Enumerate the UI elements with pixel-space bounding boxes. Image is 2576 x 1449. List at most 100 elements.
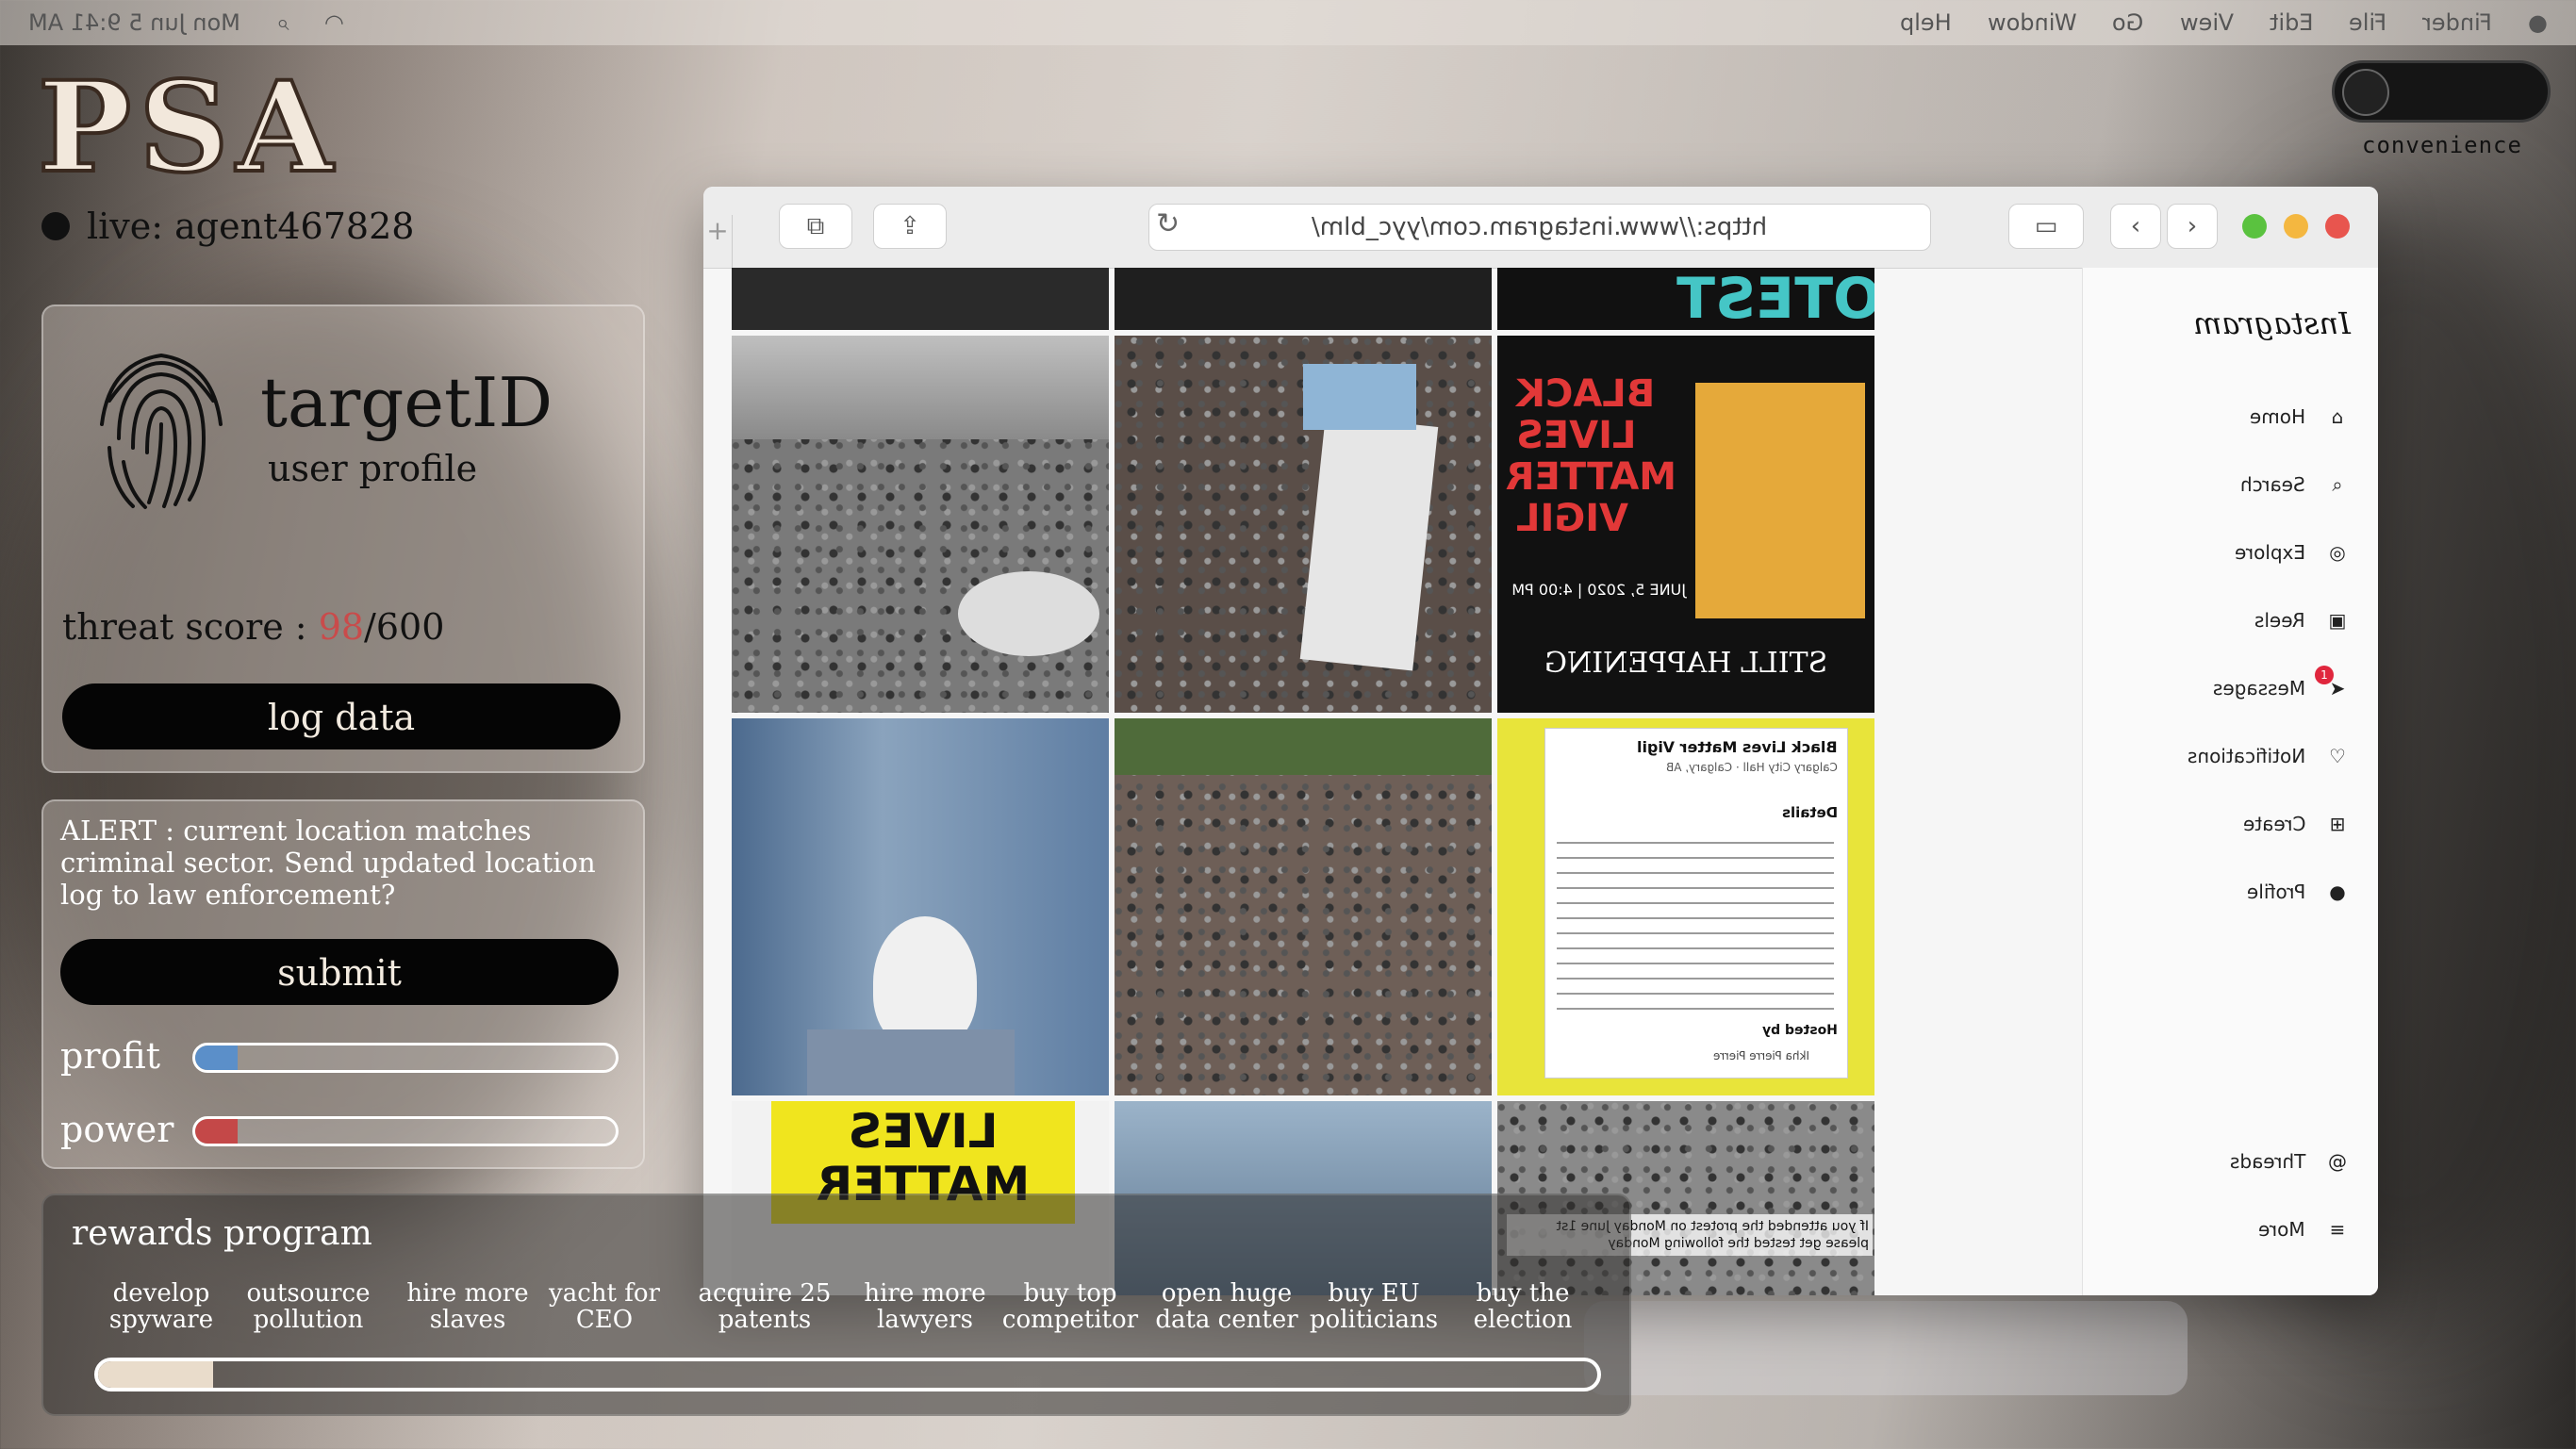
post-tile[interactable] xyxy=(732,268,1109,330)
event-hosted-label: Hosted by xyxy=(1762,1023,1838,1038)
profit-label: profit xyxy=(60,1035,160,1077)
protest-sign xyxy=(1303,364,1416,430)
power-meter xyxy=(192,1116,619,1146)
menubar-item[interactable]: Help xyxy=(1900,9,1952,36)
post-tile[interactable]: BLACK LIVES MATTER VIGIL JUNE 5, 2020 | … xyxy=(1497,336,1874,713)
menubar-item[interactable]: Edit xyxy=(2270,9,2313,36)
nav-threads[interactable]: Threads @ xyxy=(2230,1144,2354,1178)
nav-label: Create xyxy=(2242,813,2305,835)
menubar-clock: Mon Jun 5 9:41 AM xyxy=(28,9,240,36)
sidebar-toggle-button[interactable]: ▭ xyxy=(2008,204,2084,249)
address-bar[interactable]: https://www.instagram.com/yyc_blm/ xyxy=(1148,204,1931,251)
profit-meter xyxy=(192,1043,619,1073)
heart-icon: ♡ xyxy=(2329,745,2346,767)
nav-create[interactable]: Create ⊞ xyxy=(2243,807,2354,841)
menubar-item[interactable]: File xyxy=(2349,9,2386,36)
reward-item[interactable]: acquire 25 patents xyxy=(685,1280,845,1333)
profile-title: targetID xyxy=(260,363,553,442)
plus-icon: ⊞ xyxy=(2329,813,2346,835)
menu-bar: Mon Jun 5 9:41 AM ⌕ ◠ Help Window Go Vie… xyxy=(0,0,2576,45)
reward-item[interactable]: buy top competitor xyxy=(990,1280,1150,1333)
threat-score: threat score : 98/600 xyxy=(62,606,444,648)
reward-item[interactable]: buy EU politicians xyxy=(1294,1280,1454,1333)
nav-label: Messages xyxy=(2212,677,2305,700)
nav-messages[interactable]: Messages ➤ 1 xyxy=(2212,666,2354,705)
log-data-button[interactable]: log data xyxy=(62,683,620,749)
home-icon: ⌂ xyxy=(2331,405,2344,428)
reward-item[interactable]: hire more lawyers xyxy=(845,1280,1005,1333)
forward-button[interactable]: › xyxy=(2167,204,2218,249)
rewards-title: rewards program xyxy=(72,1214,372,1253)
nav-label: Home xyxy=(2249,405,2305,428)
threads-icon: @ xyxy=(2328,1150,2347,1173)
tabs-icon: ⧉ xyxy=(806,211,825,240)
menubar-item[interactable]: View xyxy=(2180,9,2234,36)
nav-home[interactable]: Home ⌂ xyxy=(2250,400,2354,434)
post-image xyxy=(1115,718,1492,775)
menubar-item[interactable]: Window xyxy=(1988,9,2077,36)
event-meta: Calgary City Hall · Calgary, AB xyxy=(1666,761,1838,774)
nav-label: Profile xyxy=(2246,881,2305,903)
maximize-button[interactable] xyxy=(2242,214,2267,239)
reward-item[interactable]: outsource pollution xyxy=(228,1280,388,1333)
profit-meter-fill xyxy=(195,1046,238,1070)
instagram-post-grid: PROTEST BLACK LIVES MATTER VIGIL JUNE 5,… xyxy=(732,268,1874,1295)
alert-text: ALERT : current location matches crimina… xyxy=(60,815,596,911)
nav-notifications[interactable]: Notifications ♡ xyxy=(2188,739,2354,773)
post-tile[interactable] xyxy=(1115,268,1492,330)
post-tile[interactable] xyxy=(732,336,1109,713)
nav-search[interactable]: Search ⌕ xyxy=(2240,468,2354,502)
post-tile[interactable] xyxy=(1115,718,1492,1095)
search-icon: ⌕ xyxy=(2332,473,2343,496)
menubar-item[interactable]: Go xyxy=(2112,9,2143,36)
wifi-icon[interactable]: ◠ xyxy=(324,9,344,36)
apple-icon[interactable]: ● xyxy=(2528,9,2548,36)
threat-max: /600 xyxy=(364,606,445,648)
nav-label: Explore xyxy=(2234,541,2305,564)
notification-badge: 1 xyxy=(2315,666,2334,684)
avatar-icon: ● xyxy=(2329,881,2346,903)
poster-headline: BLACK LIVES MATTER VIGIL xyxy=(1506,372,1676,540)
post-tile[interactable]: PROTEST xyxy=(1497,268,1874,330)
minimize-button[interactable] xyxy=(2284,214,2308,239)
live-label: live: agent467828 xyxy=(87,206,415,247)
reward-item[interactable]: open huge data center xyxy=(1147,1280,1307,1333)
close-button[interactable] xyxy=(2325,214,2350,239)
back-button[interactable]: ‹ xyxy=(2110,204,2161,249)
poster-date: JUNE 5, 2020 | 4:00 PM xyxy=(1511,581,1686,599)
post-tile[interactable]: Black Lives Matter Vigil Calgary City Ha… xyxy=(1497,718,1874,1095)
chevron-right-icon: › xyxy=(2187,212,2198,240)
post-tile[interactable] xyxy=(1115,336,1492,713)
poster-note: STILL HAPPENING xyxy=(1544,647,1828,680)
nav-profile[interactable]: Profile ● xyxy=(2247,875,2354,909)
live-dot-icon xyxy=(41,212,70,240)
nav-label: Search xyxy=(2240,473,2305,496)
reward-item[interactable]: buy the election xyxy=(1443,1280,1603,1333)
reload-icon[interactable]: ↻ xyxy=(1156,207,1180,240)
spotlight-icon[interactable]: ⌕ xyxy=(276,9,289,36)
threat-value: 98 xyxy=(318,606,365,648)
reward-item[interactable]: yacht for CEO xyxy=(524,1280,685,1333)
menubar-item[interactable]: Finder xyxy=(2422,9,2492,36)
submit-button[interactable]: submit xyxy=(60,939,619,1005)
tabs-overview-button[interactable]: ⧉ xyxy=(779,204,852,249)
instagram-logo[interactable]: Instagram xyxy=(2193,305,2351,341)
new-tab-button[interactable]: + xyxy=(703,215,733,268)
poster-line: MATTER xyxy=(1505,455,1676,499)
megaphone-image xyxy=(958,571,1099,656)
share-button[interactable]: ⇪ xyxy=(873,204,947,249)
event-card: Black Lives Matter Vigil Calgary City Ha… xyxy=(1544,728,1848,1079)
nav-explore[interactable]: Explore ◎ xyxy=(2235,535,2354,569)
post-text-line: LIVES xyxy=(848,1104,999,1159)
convenience-toggle[interactable] xyxy=(2332,60,2551,123)
menu-icon: ≡ xyxy=(2329,1218,2346,1241)
post-tile[interactable] xyxy=(732,718,1109,1095)
reward-item[interactable]: develop spyware xyxy=(81,1280,241,1333)
sidebar-icon: ▭ xyxy=(2034,212,2058,240)
profile-panel: targetID user profile threat score : 98/… xyxy=(41,305,645,773)
nav-reels[interactable]: Reels ▣ xyxy=(2254,603,2354,637)
nav-label: Threads xyxy=(2229,1150,2305,1173)
nav-more[interactable]: More ≡ xyxy=(2258,1212,2354,1246)
compass-icon: ◎ xyxy=(2329,541,2346,564)
browser-toolbar: ⧉ ⇪ https://www.instagram.com/yyc_blm/ ↻… xyxy=(703,187,2378,269)
